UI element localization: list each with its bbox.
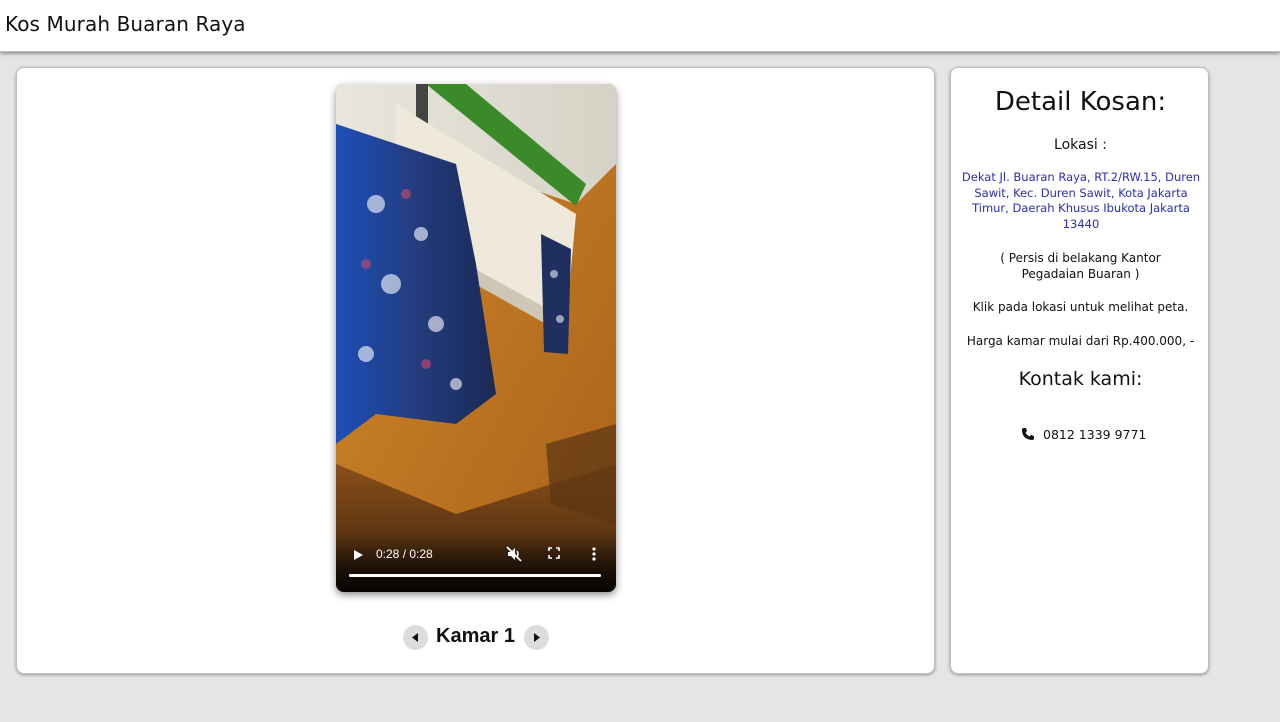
room-gallery-card: 0:28 / 0:28 Kamar 1 [16, 67, 935, 674]
detail-title: Detail Kosan: [994, 87, 1167, 117]
fullscreen-icon[interactable] [548, 547, 560, 559]
video-frame [336, 84, 616, 592]
site-title[interactable]: Kos Murah Buaran Raya [5, 12, 246, 36]
chevron-left-icon [412, 633, 418, 642]
more-vert-icon[interactable] [590, 546, 598, 562]
phone-number: 0812 1339 9771 [1043, 427, 1147, 442]
play-icon[interactable] [352, 548, 364, 562]
phone-contact[interactable]: 0812 1339 9771 [1021, 426, 1151, 444]
video-time: 0:28 / 0:28 [376, 547, 433, 561]
room-label: Kamar 1 [436, 625, 515, 647]
top-bar: Kos Murah Buaran Raya [0, 0, 1280, 52]
video-progress-track[interactable] [349, 574, 601, 577]
room-video-player[interactable]: 0:28 / 0:28 [336, 84, 616, 592]
location-label: Lokasi : [1054, 137, 1107, 153]
chevron-right-icon [534, 633, 540, 642]
price-info: Harga kamar mulai dari Rp.400.000, - [966, 334, 1195, 348]
video-progress-fill [349, 574, 601, 577]
previous-room-button[interactable] [403, 625, 428, 650]
phone-icon [1022, 428, 1034, 440]
location-note: ( Persis di belakang Kantor Pegadaian Bu… [1000, 251, 1161, 281]
contact-title: Kontak kami: [1018, 368, 1143, 390]
address-link[interactable]: Dekat Jl. Buaran Raya, RT.2/RW.15, Duren… [959, 170, 1203, 232]
next-room-button[interactable] [524, 625, 549, 650]
detail-card: Detail Kosan: Lokasi : Dekat Jl. Buaran … [950, 67, 1209, 674]
map-hint: Klik pada lokasi untuk melihat peta. [972, 300, 1189, 314]
room-navigation: Kamar 1 [403, 623, 553, 651]
video-controls: 0:28 / 0:28 [336, 532, 616, 592]
muted-volume-icon[interactable] [506, 546, 522, 562]
